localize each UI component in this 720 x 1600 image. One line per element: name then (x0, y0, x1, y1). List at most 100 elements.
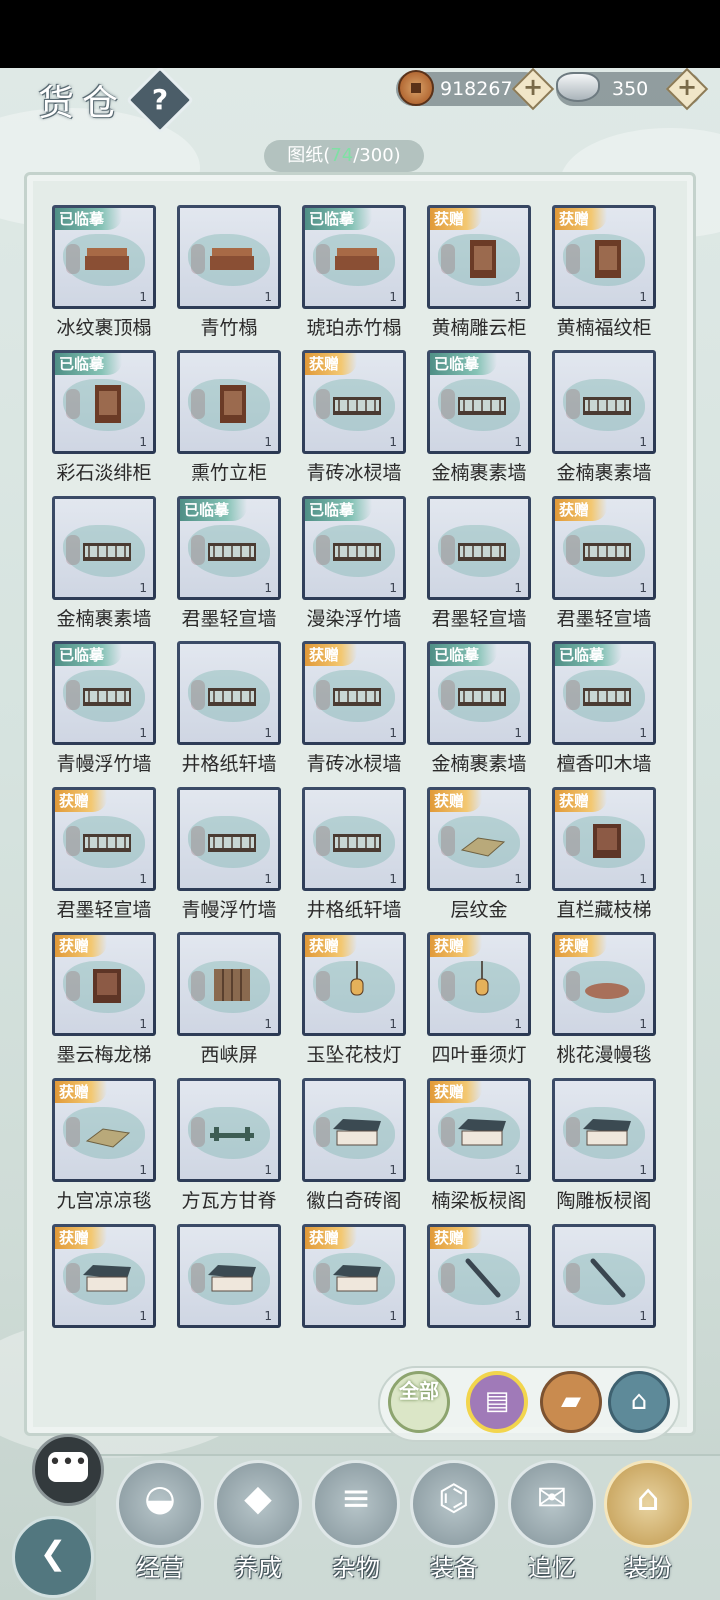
nav-label[interactable]: 杂物 (308, 1548, 404, 1583)
blueprint-item[interactable]: 1 熏竹立柜 (177, 350, 281, 488)
blueprint-item[interactable]: 1 已临摹 彩石淡绯柜 (52, 350, 156, 488)
blueprint-item[interactable]: 1 青幔浮竹墙 (177, 787, 281, 925)
blueprint-card[interactable]: 1 获赠 (427, 1078, 531, 1182)
blueprint-card[interactable]: 1 (52, 496, 156, 600)
blueprint-item[interactable]: 1 已临摹 檀香叩木墙 (552, 641, 656, 779)
blueprint-card[interactable]: 1 (552, 350, 656, 454)
filter-tab-all[interactable]: 全部 (388, 1371, 450, 1433)
add-ingots-plus-icon[interactable]: + (672, 72, 702, 102)
blueprint-card[interactable]: 1 获赠 (302, 350, 406, 454)
item-quantity: 1 (389, 435, 397, 449)
blueprint-card[interactable]: 1 获赠 (552, 932, 656, 1036)
blueprint-item[interactable]: 1 获赠 九宫凉凉毯 (52, 1078, 156, 1216)
blueprint-item[interactable]: 1 徽白奇砖阁 (302, 1078, 406, 1216)
blueprint-item[interactable]: 1 获赠 四叶垂须灯 (427, 932, 531, 1070)
blueprint-item[interactable]: 1 青竹榻 (177, 205, 281, 343)
nav-label[interactable]: 追忆 (504, 1548, 600, 1583)
blueprint-item[interactable]: 1 获赠 桃花漫幔毯 (552, 932, 656, 1070)
blueprint-card[interactable]: 1 (302, 1078, 406, 1182)
wall-item-icon (208, 543, 256, 561)
item-name: 金楠裹素墙 (56, 608, 152, 630)
blueprint-card[interactable]: 1 获赠 (52, 1078, 156, 1182)
add-coins-plus-icon[interactable]: + (518, 72, 548, 102)
blueprint-item[interactable]: 1 获赠 玉坠花枝灯 (302, 932, 406, 1070)
blueprint-item[interactable]: 1 获赠 直栏藏枝梯 (552, 787, 656, 925)
blueprint-card[interactable]: 1 已临摹 (427, 641, 531, 745)
item-name: 青砖冰棂墙 (306, 462, 402, 484)
wall-item-icon (208, 834, 256, 852)
blueprint-item[interactable]: 1 已临摹 君墨轻宣墙 (177, 496, 281, 634)
blueprint-card[interactable]: 1 已临摹 (427, 350, 531, 454)
blueprint-item[interactable]: 1 获赠 君墨轻宣墙 (52, 787, 156, 925)
blueprint-item[interactable]: 1 获赠 黄楠雕云柜 (427, 205, 531, 343)
blueprint-item[interactable]: 1 已临摹 琥珀赤竹榻 (302, 205, 406, 343)
blueprint-card[interactable]: 1 已临摹 (177, 496, 281, 600)
blueprint-card[interactable]: 1 (177, 350, 281, 454)
blueprint-item[interactable]: 1 获赠 (427, 1224, 531, 1362)
blueprint-item[interactable]: 1 已临摹 青幔浮竹墙 (52, 641, 156, 779)
item-quantity: 1 (389, 581, 397, 595)
blueprint-item[interactable]: 1 获赠 (302, 1224, 406, 1362)
seal-stamp-icon (566, 244, 580, 274)
blueprint-card[interactable]: 1 已临摹 (302, 205, 406, 309)
blueprint-item[interactable]: 1 获赠 层纹金 (427, 787, 531, 925)
blueprint-card[interactable]: 1 (177, 932, 281, 1036)
blueprint-card[interactable]: 1 已临摹 (52, 350, 156, 454)
blueprint-card[interactable]: 1 已临摹 (552, 641, 656, 745)
blueprint-card[interactable]: 1 (552, 1078, 656, 1182)
blueprint-card[interactable]: 1 获赠 (552, 787, 656, 891)
blueprint-card[interactable]: 1 获赠 (52, 932, 156, 1036)
blueprint-card[interactable]: 1 获赠 (52, 1224, 156, 1328)
blueprint-item[interactable]: 1 已临摹 冰纹裹顶榻 (52, 205, 156, 343)
blueprint-item[interactable]: 1 已临摹 漫染浮竹墙 (302, 496, 406, 634)
nav-label[interactable]: 装备 (406, 1548, 502, 1583)
blueprint-card[interactable]: 1 获赠 (52, 787, 156, 891)
blueprint-item[interactable]: 1 陶雕板棂阁 (552, 1078, 656, 1216)
blueprint-item[interactable]: 1 方瓦方甘脊 (177, 1078, 281, 1216)
blueprint-card[interactable]: 1 (427, 496, 531, 600)
blueprint-item[interactable]: 1 井格纸轩墙 (302, 787, 406, 925)
blueprint-card[interactable]: 1 获赠 (427, 1224, 531, 1328)
blueprint-item[interactable]: 1 获赠青砖冰棂墙 (302, 350, 406, 488)
nav-label[interactable]: 经营 (112, 1548, 208, 1583)
blueprint-card[interactable]: 1 (177, 205, 281, 309)
help-icon[interactable]: ? (136, 76, 184, 124)
blueprint-card[interactable]: 1 获赠 (302, 932, 406, 1036)
wall-item-icon (83, 834, 131, 852)
blueprint-card[interactable]: 1 获赠 (302, 641, 406, 745)
blueprint-item[interactable]: 1 君墨轻宣墙 (427, 496, 531, 634)
blueprint-card[interactable]: 1 已临摹 (52, 641, 156, 745)
blueprint-item[interactable]: 1 (552, 1224, 656, 1362)
blueprint-item[interactable]: 1 获赠 君墨轻宣墙 (552, 496, 656, 634)
nav-label[interactable]: 养成 (210, 1548, 306, 1583)
blueprint-item[interactable]: 1 获赠 黄楠福纹柜 (552, 205, 656, 343)
blueprint-card[interactable]: 1 获赠 (427, 932, 531, 1036)
blueprint-card[interactable]: 1 获赠 (552, 496, 656, 600)
blueprint-item[interactable]: 1 已临摹 金楠裹素墙 (427, 350, 531, 488)
blueprint-card[interactable]: 1 (302, 787, 406, 891)
blueprint-item[interactable]: 1 获赠 楠梁板棂阁 (427, 1078, 531, 1216)
blueprint-card[interactable]: 1 获赠 (427, 787, 531, 891)
blueprint-card[interactable]: 1 (552, 1224, 656, 1328)
blueprint-card[interactable]: 1 (177, 641, 281, 745)
nav-label[interactable]: 装扮 (600, 1548, 696, 1583)
blueprint-item[interactable]: 1 获赠 (52, 1224, 156, 1362)
blueprint-card[interactable]: 1 已临摹 (302, 496, 406, 600)
blueprint-item[interactable]: 1 获赠 墨云梅龙梯 (52, 932, 156, 1070)
blueprint-item[interactable]: 1 金楠裹素墙 (552, 350, 656, 488)
blueprint-card[interactable]: 1 (177, 787, 281, 891)
blueprint-item[interactable]: 1 西峡屏 (177, 932, 281, 1070)
blueprint-card[interactable]: 1 (177, 1078, 281, 1182)
blueprint-card[interactable]: 1 获赠 (552, 205, 656, 309)
item-quantity: 1 (639, 290, 647, 304)
blueprint-item[interactable]: 1 已临摹 金楠裹素墙 (427, 641, 531, 779)
blueprint-card[interactable]: 1 获赠 (427, 205, 531, 309)
blueprint-item[interactable]: 1 井格纸轩墙 (177, 641, 281, 779)
blueprint-item[interactable]: 1 获赠 青砖冰棂墙 (302, 641, 406, 779)
blueprint-card[interactable]: 1 (177, 1224, 281, 1328)
blueprint-item[interactable]: 1 (177, 1224, 281, 1362)
seal-stamp-icon (441, 389, 455, 419)
blueprint-item[interactable]: 1 金楠裹素墙 (52, 496, 156, 634)
blueprint-card[interactable]: 1 获赠 (302, 1224, 406, 1328)
blueprint-card[interactable]: 1 已临摹 (52, 205, 156, 309)
